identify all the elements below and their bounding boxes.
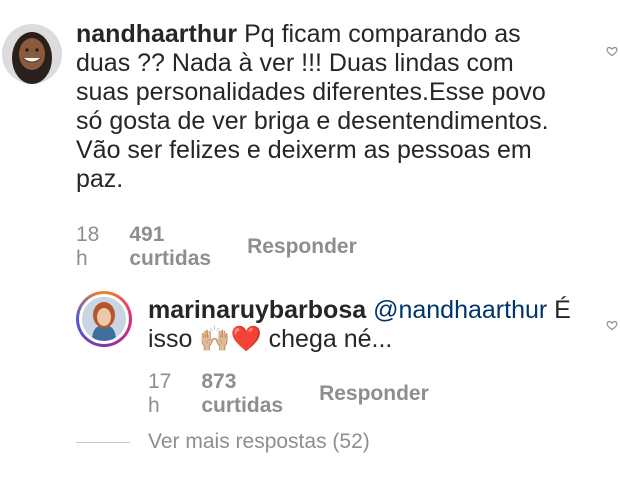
avatar[interactable] (76, 291, 132, 347)
view-more-label[interactable]: Ver mais respostas (52) (148, 430, 370, 454)
reply-text-end: chega né... (268, 325, 393, 353)
reply-time[interactable]: 17 h (148, 370, 171, 418)
comment-meta: 18 h 491 curtidas Responder (76, 223, 357, 271)
divider (76, 441, 130, 443)
reply-body: marinaruybarbosa @nandhaarthur É isso 🙌🏼… (148, 296, 588, 354)
like-icon[interactable] (606, 318, 618, 331)
avatar-photo (2, 24, 62, 84)
comment-body: nandhaarthur Pq ficam comparando as duas… (76, 20, 556, 194)
reply-likes[interactable]: 873 curtidas (201, 370, 283, 418)
avatar-photo (82, 297, 126, 341)
reply-meta: 17 h 873 curtidas Responder (148, 370, 429, 418)
comment-username[interactable]: nandhaarthur (76, 20, 237, 48)
comment-likes[interactable]: 491 curtidas (129, 223, 211, 271)
avatar[interactable] (2, 24, 62, 84)
reply-username[interactable]: marinaruybarbosa (148, 296, 366, 324)
reply-mention[interactable]: @nandhaarthur (373, 296, 547, 324)
reply-button[interactable]: Responder (247, 235, 357, 259)
view-more-replies[interactable]: Ver mais respostas (52) (76, 430, 370, 454)
like-icon[interactable] (606, 44, 618, 57)
comment-time[interactable]: 18 h (76, 223, 99, 271)
emoji: 🙌🏼❤️ (199, 325, 262, 353)
reply-button[interactable]: Responder (319, 382, 429, 406)
